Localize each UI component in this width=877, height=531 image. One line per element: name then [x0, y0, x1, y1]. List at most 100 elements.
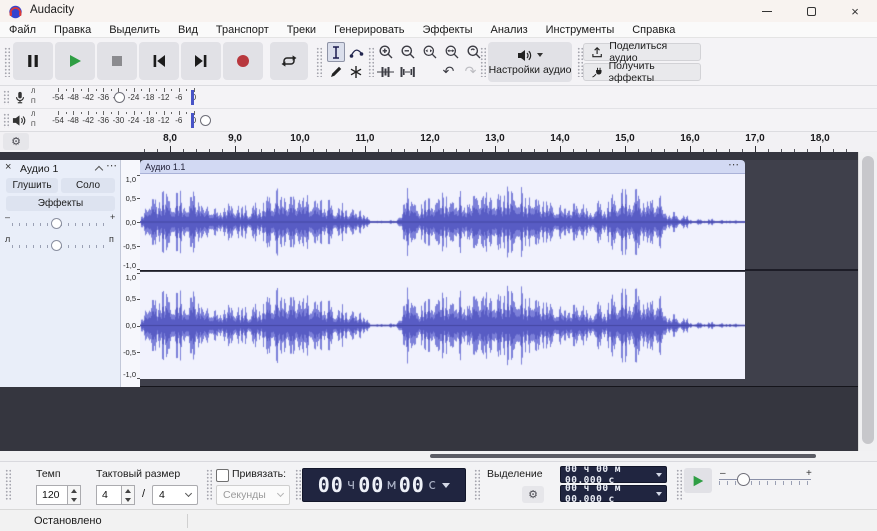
collapse-track-icon[interactable]: [95, 166, 103, 174]
time-seconds[interactable]: 00: [399, 473, 425, 497]
timesig-down[interactable]: [122, 495, 134, 504]
meter-channel-left-label: Л: [31, 88, 35, 95]
menu-analyze[interactable]: Анализ: [482, 24, 537, 36]
menu-select[interactable]: Выделить: [100, 24, 169, 36]
horizontal-scrollbar[interactable]: [0, 451, 877, 461]
track-name[interactable]: Аудио 1: [20, 163, 58, 175]
record-button[interactable]: [223, 42, 263, 80]
effects-button[interactable]: Эффекты: [6, 196, 115, 211]
gain-slider-thumb[interactable]: [51, 218, 62, 229]
maximize-button[interactable]: [789, 0, 833, 22]
tools-toolbar-grip[interactable]: [316, 47, 322, 77]
tempo-input[interactable]: 120: [36, 485, 68, 505]
menu-file[interactable]: Файл: [0, 24, 45, 36]
undo-button[interactable]: ↶: [438, 62, 459, 82]
play-button[interactable]: [55, 42, 95, 80]
title-bar[interactable]: Audacity ×: [0, 0, 877, 22]
vertical-scrollbar[interactable]: [858, 152, 877, 451]
waveform-right-channel[interactable]: [140, 272, 745, 379]
close-button[interactable]: ×: [833, 0, 877, 22]
speed-slider-thumb[interactable]: [737, 473, 750, 486]
edit-toolbar-grip[interactable]: [368, 47, 374, 77]
selection-options-button[interactable]: ⚙: [522, 486, 544, 503]
time-minutes[interactable]: 00: [358, 473, 384, 497]
gear-icon: ⚙: [528, 489, 538, 500]
transport-toolbar-grip[interactable]: [4, 47, 10, 77]
selection-toolbar-grip[interactable]: [474, 469, 480, 501]
track-area[interactable]: × Аудио 1 ⋯ Глушить Соло Эффекты – + л п…: [0, 152, 877, 451]
audio-setup-button[interactable]: Настройки аудио: [488, 42, 572, 82]
gear-icon: ⚙: [11, 136, 21, 147]
vertical-scale-ruler[interactable]: 1,00,50,0-0,5-1,01,00,50,0-0,5-1,0: [121, 160, 140, 387]
recording-volume-slider[interactable]: [114, 92, 125, 103]
envelope-tool-button[interactable]: [347, 42, 365, 62]
waveform-left-channel[interactable]: [140, 174, 745, 270]
clip-header[interactable]: Аудио 1.1 ⋯: [140, 160, 745, 174]
selection-end-field[interactable]: 00 ч 00 м 00.000 с: [560, 485, 667, 502]
menu-generate[interactable]: Генерировать: [325, 24, 413, 36]
menu-help[interactable]: Справка: [623, 24, 684, 36]
menu-edit[interactable]: Правка: [45, 24, 100, 36]
skip-to-start-button[interactable]: [139, 42, 179, 80]
tempo-stepper[interactable]: [68, 485, 81, 505]
audio-setup-grip[interactable]: [480, 47, 486, 77]
playback-volume-slider[interactable]: [200, 115, 211, 126]
menu-effects[interactable]: Эффекты: [413, 24, 481, 36]
menu-transport[interactable]: Транспорт: [207, 24, 278, 36]
pan-slider-thumb[interactable]: [51, 240, 62, 251]
skip-to-end-button[interactable]: [181, 42, 221, 80]
draw-tool-button[interactable]: [327, 62, 345, 82]
pause-button[interactable]: [13, 42, 53, 80]
zoom-fit-button[interactable]: [441, 42, 462, 62]
mute-button[interactable]: Глушить: [6, 178, 58, 193]
menu-tracks[interactable]: Треки: [278, 24, 325, 36]
tempo-up[interactable]: [68, 486, 80, 495]
audio-clip[interactable]: Аудио 1.1 ⋯: [140, 160, 745, 387]
snap-toolbar-grip[interactable]: [206, 469, 212, 501]
speed-slider-track[interactable]: [719, 479, 811, 480]
selection-tool-button[interactable]: [327, 42, 345, 62]
menu-view[interactable]: Вид: [169, 24, 207, 36]
selection-start-field[interactable]: 00 ч 00 м 00.000 с: [560, 466, 667, 483]
zoom-in-button[interactable]: [375, 42, 396, 62]
play-at-speed-button[interactable]: [684, 468, 712, 493]
track-close-button[interactable]: ×: [5, 161, 11, 173]
get-effects-button[interactable]: Получить эффекты: [583, 63, 701, 81]
timesig-lower-select[interactable]: 4: [152, 485, 198, 505]
redo-button[interactable]: ↷: [460, 62, 481, 82]
share-audio-button[interactable]: Поделиться аудио: [583, 43, 701, 61]
zoom-selection-button[interactable]: [419, 42, 440, 62]
recording-meter-grip[interactable]: [3, 90, 9, 105]
stop-button[interactable]: [97, 42, 137, 80]
timesig-upper-input[interactable]: 4: [96, 485, 122, 505]
stop-icon: [109, 53, 125, 69]
multi-tool-button[interactable]: [347, 62, 365, 82]
time-display[interactable]: 00 ч 00 м 00 с: [302, 468, 466, 502]
solo-button[interactable]: Соло: [61, 178, 115, 193]
time-signature-toolbar-grip[interactable]: [5, 469, 11, 501]
tempo-down[interactable]: [68, 495, 80, 504]
horizontal-scrollbar-thumb[interactable]: [430, 454, 816, 458]
silence-audio-button[interactable]: [397, 62, 418, 82]
play-at-speed-grip[interactable]: [676, 469, 682, 501]
track-menu-button[interactable]: ⋯: [106, 159, 117, 172]
zoom-out-button[interactable]: [397, 42, 418, 62]
minimize-button[interactable]: [745, 0, 789, 22]
playback-meter[interactable]: Л П -54-48-42-36-30-24-18-12-60: [0, 109, 877, 132]
timesig-stepper[interactable]: [122, 485, 135, 505]
time-toolbar-grip[interactable]: [295, 469, 301, 501]
time-hours[interactable]: 00: [318, 473, 344, 497]
menu-tools[interactable]: Инструменты: [537, 24, 624, 36]
timesig-up[interactable]: [122, 486, 134, 495]
vertical-scrollbar-thumb[interactable]: [862, 156, 874, 444]
recording-meter[interactable]: Л П -54-48-42-36-30-24-18-12-60: [0, 86, 877, 109]
snap-checkbox[interactable]: [216, 469, 229, 482]
loop-button[interactable]: [270, 42, 308, 80]
playback-meter-grip[interactable]: [3, 113, 9, 128]
timeline-ruler[interactable]: ⚙ 8,09,010,011,012,013,014,015,016,017,0…: [0, 132, 858, 152]
snap-select[interactable]: Секунды: [216, 485, 290, 505]
chevron-down-icon[interactable]: [442, 483, 450, 488]
trim-audio-button[interactable]: [375, 62, 396, 82]
clip-menu-button[interactable]: ⋯: [728, 158, 739, 171]
timeline-options-button[interactable]: ⚙: [3, 133, 29, 150]
